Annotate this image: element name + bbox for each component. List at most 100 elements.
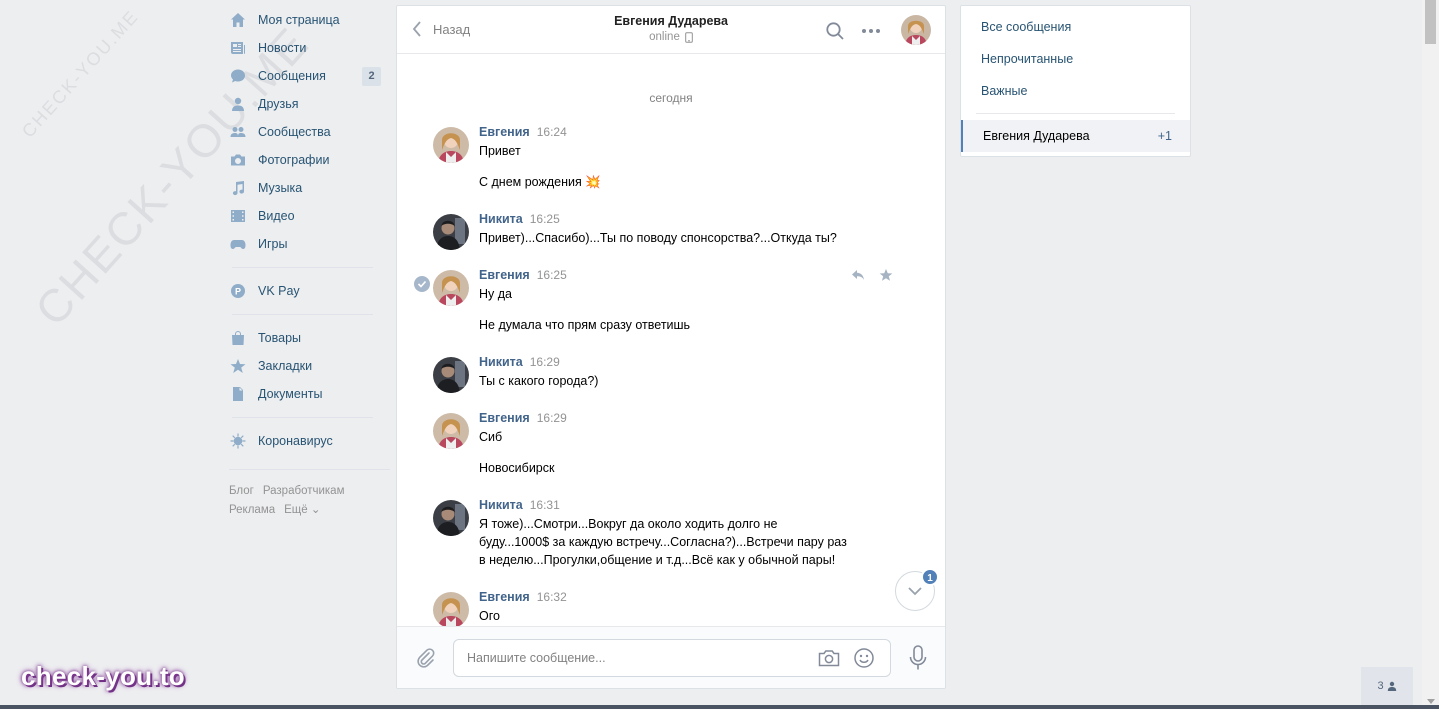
nav-item-label: Документы [258, 387, 323, 401]
more-icon[interactable] [860, 21, 882, 41]
paperclip-icon[interactable] [415, 647, 437, 669]
nav-item-label: Моя страница [258, 13, 340, 27]
footer-link-developers[interactable]: Разработчикам [263, 485, 345, 497]
messages-icon [229, 67, 247, 85]
message-actions [851, 268, 893, 282]
home-icon [229, 11, 247, 29]
nav-item-games[interactable]: Игры [229, 230, 381, 258]
nav-item-news[interactable]: Новости [229, 34, 381, 62]
avatar[interactable] [433, 214, 469, 250]
message-item[interactable]: Никита 16:31 Я тоже)...Смотри...Вокруг да… [433, 498, 893, 569]
nav-item-label: Сообщения [258, 69, 326, 83]
nav-item-friends[interactable]: Друзья [229, 90, 381, 118]
nav-item-coronavirus[interactable]: Коронавирус [229, 427, 381, 455]
footer-link-more[interactable]: Ещё ⌄ [284, 504, 320, 516]
star-icon [229, 357, 247, 375]
nav-item-photos[interactable]: Фотографии [229, 146, 381, 174]
message-author[interactable]: Никита [479, 355, 523, 369]
message-author[interactable]: Никита [479, 498, 523, 512]
message-time[interactable]: 16:29 [530, 355, 560, 369]
filter-all-messages[interactable]: Все сообщения [961, 11, 1190, 43]
nav-item-market[interactable]: Товары [229, 324, 381, 352]
nav-item-label: Сообщества [258, 125, 331, 139]
nav-item-label: Игры [258, 237, 288, 251]
active-conversation-count: +1 [1157, 129, 1172, 143]
peer-avatar[interactable] [901, 15, 931, 45]
filter-unread[interactable]: Непрочитанные [961, 43, 1190, 75]
nav-item-groups[interactable]: Сообщества [229, 118, 381, 146]
vkpay-icon: P [229, 282, 247, 300]
nav-item-label: Музыка [258, 181, 303, 195]
message-item[interactable]: Евгения 16:29 Сиб Новосибирск [433, 411, 893, 477]
message-item[interactable]: Никита 16:29 Ты с какого города?) [433, 355, 893, 393]
svg-text:P: P [235, 287, 241, 297]
message-input[interactable] [454, 640, 794, 676]
brand-watermark: check-you.to [21, 661, 185, 691]
message-time[interactable]: 16:25 [537, 268, 567, 282]
message-item[interactable]: Евгения 16:32 Ого [433, 590, 893, 627]
footer-link-blog[interactable]: Блог [229, 485, 254, 497]
message-time[interactable]: 16:32 [537, 590, 567, 604]
message-author[interactable]: Евгения [479, 411, 530, 425]
message-item-selected[interactable]: Евгения 16:25 Ну да Не думала что прям ср… [414, 268, 893, 334]
nav-item-music[interactable]: Музыка [229, 174, 381, 202]
avatar[interactable] [433, 127, 469, 163]
nav-item-messages[interactable]: Сообщения 2 [229, 62, 381, 90]
video-icon [229, 207, 247, 225]
nav-item-video[interactable]: Видео [229, 202, 381, 230]
watermark-small: CHECK-YOU.ME [18, 6, 143, 142]
message-time[interactable]: 16:25 [530, 212, 560, 226]
message-author[interactable]: Евгения [479, 590, 530, 604]
nav-item-label: Товары [258, 331, 301, 345]
nav-item-vkpay[interactable]: P VK Pay [229, 277, 381, 305]
avatar[interactable] [433, 413, 469, 449]
left-navigation: Моя страница Новости Сообщения 2 Друзья … [229, 6, 390, 520]
check-icon[interactable] [414, 276, 430, 292]
nav-item-label: VK Pay [258, 284, 300, 298]
search-icon[interactable] [825, 21, 845, 41]
nav-divider [232, 314, 373, 315]
news-icon [229, 39, 247, 57]
message-item[interactable]: Евгения 16:24 Привет С днем рождения 💥 [433, 125, 893, 191]
chat-window: Назад Евгения Дударева online сегодня Ев… [396, 5, 946, 689]
message-item[interactable]: Никита 16:25 Привет)...Спасибо)...Ты по п… [433, 212, 893, 250]
chevron-down-icon [908, 587, 922, 596]
filter-divider [976, 113, 1175, 114]
avatar[interactable] [433, 500, 469, 536]
avatar[interactable] [433, 270, 469, 306]
message-text: Ты с какого города?) [479, 374, 599, 388]
day-separator: сегодня [649, 91, 693, 105]
reply-icon[interactable] [851, 268, 865, 282]
message-time[interactable]: 16:31 [530, 498, 560, 512]
bottom-strip [0, 705, 1439, 709]
star-icon[interactable] [879, 268, 893, 282]
nav-item-documents[interactable]: Документы [229, 380, 381, 408]
active-conversation-name: Евгения Дударева [983, 129, 1090, 143]
microphone-icon[interactable] [909, 645, 927, 671]
message-text: Привет [479, 144, 521, 158]
active-conversation[interactable]: Евгения Дударева +1 [961, 120, 1190, 152]
nav-item-label: Друзья [258, 97, 299, 111]
footer-link-ads[interactable]: Реклама [229, 504, 275, 516]
message-text: Не думала что прям сразу ответишь [479, 318, 691, 332]
page-scrollbar[interactable] [1422, 0, 1439, 709]
message-author[interactable]: Евгения [479, 268, 530, 282]
nav-item-bookmarks[interactable]: Закладки [229, 352, 381, 380]
message-author[interactable]: Никита [479, 212, 523, 226]
message-list: сегодня Евгения 16:24 Привет С днем рожде… [397, 54, 945, 627]
emoji-icon[interactable] [853, 647, 875, 669]
scroll-down-arrow-icon[interactable] [1427, 699, 1435, 704]
message-text: С днем рождения 💥 [479, 175, 601, 189]
message-author[interactable]: Евгения [479, 125, 530, 139]
message-text: в неделю...Прогулки,общение и т.д...Всё … [479, 553, 836, 567]
nav-item-my-page[interactable]: Моя страница [229, 6, 381, 34]
friends-online-button[interactable]: 3 [1361, 667, 1413, 705]
nav-item-label: Коронавирус [258, 434, 333, 448]
avatar[interactable] [433, 592, 469, 627]
message-time[interactable]: 16:24 [537, 125, 567, 139]
message-time[interactable]: 16:29 [537, 411, 567, 425]
filter-important[interactable]: Важные [961, 75, 1190, 107]
camera-icon[interactable] [818, 649, 840, 667]
avatar[interactable] [433, 357, 469, 393]
scrollbar-thumb[interactable] [1425, 0, 1436, 44]
